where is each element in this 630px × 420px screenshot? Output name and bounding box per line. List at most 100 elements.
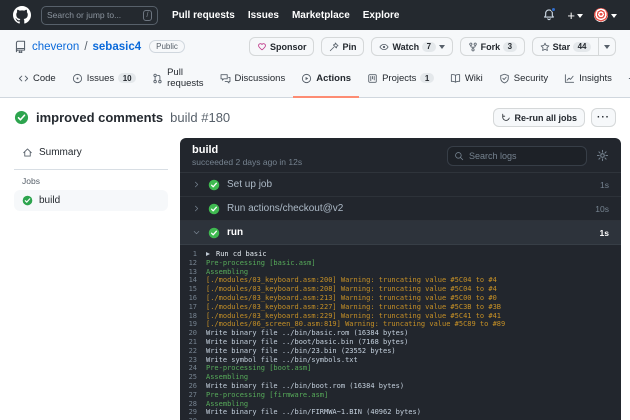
- star-menu-button[interactable]: [598, 37, 616, 56]
- log-line: 27 Pre-processing [firmware.asm]: [180, 391, 621, 400]
- log-line-number[interactable]: 21: [180, 338, 206, 347]
- log-line: 20 Write binary file ../bin/basic.rom (16…: [180, 329, 621, 338]
- star-count: 44: [573, 41, 591, 52]
- log-line-text: Pre-processing [firmware.asm]: [206, 390, 329, 399]
- github-logo-icon[interactable]: [13, 6, 31, 24]
- tab-insights[interactable]: Insights: [556, 61, 620, 98]
- repo-tabs: Code Issues 10 Pull requests Discussions Acti…: [0, 61, 630, 98]
- log-line-text: [./modules/06_screen_80.asm:819] Warning…: [206, 320, 506, 329]
- log-line-number[interactable]: 16: [180, 294, 206, 303]
- star-button[interactable]: Star 44: [531, 37, 599, 56]
- log-line: 16 [./modules/03_keyboard.asm:213] Warnin…: [180, 294, 621, 303]
- tab-projects[interactable]: Projects 1: [359, 61, 442, 98]
- log-line-number[interactable]: 23: [180, 356, 206, 365]
- tab-wiki[interactable]: Wiki: [442, 61, 491, 98]
- log-line-number[interactable]: 25: [180, 373, 206, 382]
- log-line-number[interactable]: 17: [180, 303, 206, 312]
- tab-settings[interactable]: Settings: [620, 61, 630, 98]
- visibility-badge: Public: [149, 40, 185, 53]
- nav-marketplace[interactable]: Marketplace: [292, 10, 350, 21]
- log-line-text: Write binary file ../bin/FIRMWA~1.BIN (4…: [206, 408, 421, 417]
- shield-icon: [499, 73, 510, 84]
- search-icon: [454, 151, 464, 161]
- log-settings-gear-icon[interactable]: [596, 149, 609, 162]
- jobs-heading: Jobs: [22, 176, 40, 186]
- log-line: 15 [./modules/03_keyboard.asm:208] Warnin…: [180, 285, 621, 294]
- rerun-all-jobs-button[interactable]: Re-run all jobs: [493, 108, 585, 127]
- user-menu[interactable]: [594, 8, 617, 22]
- sidebar-item-summary[interactable]: Summary: [14, 142, 168, 163]
- log-line: 18 [./modules/03_keyboard.asm:229] Warnin…: [180, 312, 621, 321]
- tab-discussions[interactable]: Discussions: [212, 61, 294, 98]
- log-line-number[interactable]: 15: [180, 285, 206, 294]
- nav-explore[interactable]: Explore: [363, 10, 400, 21]
- global-header: / Pull requestsIssuesMarketplaceExplore …: [0, 0, 630, 30]
- pin-icon: [329, 42, 339, 52]
- log-line-number[interactable]: 28: [180, 400, 206, 409]
- kebab-menu-button[interactable]: ···: [591, 108, 616, 127]
- step-set-up-job[interactable]: Set up job 1s: [180, 173, 621, 197]
- log-line-number[interactable]: 26: [180, 382, 206, 391]
- create-new-button[interactable]: +: [567, 8, 583, 23]
- log-line-text: Write binary file ../bin/23.bin (23552 b…: [206, 346, 396, 355]
- search-logs[interactable]: [447, 145, 587, 166]
- tab-pull-requests[interactable]: Pull requests: [144, 61, 211, 98]
- log-line-number[interactable]: 29: [180, 408, 206, 417]
- step-duration: 1s: [599, 227, 609, 238]
- log-line: 29 Write binary file ../bin/FIRMWA~1.BIN …: [180, 408, 621, 417]
- log-line-number[interactable]: 1: [180, 250, 206, 259]
- discussion-icon: [220, 73, 231, 84]
- step-run-actions-checkout-v2[interactable]: Run actions/checkout@v2 10s: [180, 197, 621, 221]
- job-success-check-icon: [22, 195, 33, 206]
- log-line-number[interactable]: 20: [180, 329, 206, 338]
- log-line: 14 [./modules/03_keyboard.asm:200] Warnin…: [180, 276, 621, 285]
- log-line-text: [./modules/03_keyboard.asm:213] Warning:…: [206, 293, 497, 302]
- content: Summary Jobs build build succeeded 2 day…: [0, 135, 630, 420]
- log-line-number[interactable]: 19: [180, 320, 206, 329]
- sponsor-button[interactable]: Sponsor: [248, 37, 315, 56]
- log-line-number[interactable]: 27: [180, 391, 206, 400]
- global-search[interactable]: /: [41, 5, 158, 25]
- tab-actions[interactable]: Actions: [293, 61, 360, 98]
- fork-count: 3: [503, 41, 517, 52]
- log-line-text: Write binary file ../boot/basic.bin (716…: [206, 337, 409, 346]
- log-line-number[interactable]: 18: [180, 312, 206, 321]
- search-logs-input[interactable]: [469, 150, 580, 161]
- tab-code[interactable]: Code: [10, 61, 64, 98]
- run-title: improved comments: [36, 110, 164, 125]
- pin-button[interactable]: Pin: [321, 37, 365, 56]
- log-line-number[interactable]: 22: [180, 347, 206, 356]
- log-line-number[interactable]: 13: [180, 268, 206, 277]
- job-name: build: [192, 144, 219, 156]
- nav-issues[interactable]: Issues: [248, 10, 279, 21]
- caret-down-icon: [438, 45, 445, 52]
- step-success-check-icon: [208, 203, 220, 215]
- repo-action-buttons: Sponsor Pin Watch 7 Fork 3 Star 44: [248, 37, 616, 56]
- watch-button[interactable]: Watch 7: [371, 37, 453, 56]
- log-line-text: Pre-processing [basic.asm]: [206, 258, 316, 267]
- global-search-input[interactable]: [47, 10, 140, 20]
- notifications-bell-icon[interactable]: [542, 7, 557, 22]
- nav-pull-requests[interactable]: Pull requests: [172, 10, 235, 21]
- fork-button[interactable]: Fork 3: [459, 37, 525, 56]
- step-run[interactable]: run 1s: [180, 221, 621, 245]
- sidebar-job-build[interactable]: build: [14, 190, 168, 211]
- step-duration: 1s: [600, 179, 609, 190]
- header-nav: Pull requests Issues Marketplace Explore: [172, 10, 399, 21]
- log-line: 23 Write symbol file ../bin/symbols.txt: [180, 356, 621, 365]
- log-line-number[interactable]: 24: [180, 364, 206, 373]
- log-line-text: [./modules/03_keyboard.asm:200] Warning:…: [206, 276, 497, 285]
- star-icon: [540, 42, 550, 52]
- tab-security[interactable]: Security: [491, 61, 556, 98]
- tab-projects-count: 1: [420, 73, 434, 83]
- log-line-number[interactable]: 12: [180, 259, 206, 268]
- log-line: 26 Write binary file ../bin/boot.rom (163…: [180, 382, 621, 391]
- repo-name-link[interactable]: sebasic4: [93, 41, 142, 53]
- log-line-number[interactable]: 14: [180, 276, 206, 285]
- summary-label: Summary: [39, 147, 82, 158]
- play-icon: [301, 73, 312, 84]
- caret-down-icon: [604, 45, 610, 52]
- home-icon: [22, 147, 33, 158]
- repo-owner-link[interactable]: cheveron: [32, 41, 79, 53]
- tab-issues[interactable]: Issues 10: [64, 61, 144, 98]
